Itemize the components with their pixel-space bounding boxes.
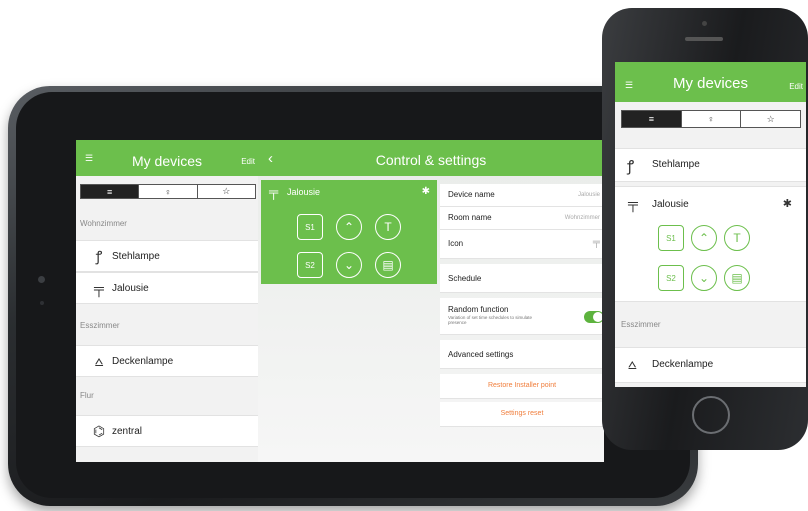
blind-position-button[interactable]: ▤ xyxy=(375,252,401,278)
control-header: ‹ Control & settings xyxy=(258,140,604,176)
icon-label: Icon xyxy=(448,239,464,248)
favorites-tab[interactable]: ☆ xyxy=(740,111,800,127)
stop-button[interactable]: T xyxy=(724,225,750,251)
device-row-zentral[interactable]: ⌬ zentral xyxy=(76,415,258,447)
gear-icon[interactable]: ✱ xyxy=(422,186,430,197)
jalousie-control-card: ╤ Jalousie ✱ S1 ⌃ T S2 ⌄ ▤ xyxy=(261,180,437,284)
device-row-deckenlampe[interactable]: ⩟ Deckenlampe xyxy=(76,345,258,377)
down-button[interactable]: ⌄ xyxy=(336,252,362,278)
device-label: Deckenlampe xyxy=(652,359,714,370)
card-title: Jalousie xyxy=(287,187,321,197)
random-function-label: Random function xyxy=(448,305,509,314)
blind-icon: ╤ xyxy=(628,195,638,211)
control-title: Control & settings xyxy=(375,152,487,168)
blind-icon: ╤ xyxy=(592,237,600,248)
up-button[interactable]: ⌃ xyxy=(336,214,362,240)
lamp-icon: ꝭ xyxy=(95,247,103,264)
device-label: Jalousie xyxy=(652,199,689,210)
bulb-view-tab[interactable]: ♀ xyxy=(680,111,741,127)
phone-screen: ☰ My devices Edit ≡ ♀ ☆ ꝭ Stehlampe ╤ Ja… xyxy=(615,62,806,387)
blind-icon: ╤ xyxy=(94,280,104,296)
schedule-row[interactable]: Schedule xyxy=(440,264,604,293)
view-segmented-control: ≡ ♀ ☆ xyxy=(621,110,801,128)
section-label-esszimmer: Esszimmer xyxy=(80,321,120,330)
advanced-settings-label: Advanced settings xyxy=(448,350,514,359)
phone-header: ☰ My devices Edit xyxy=(615,62,806,102)
tablet-camera xyxy=(38,276,45,283)
icon-row[interactable]: Icon ╤ xyxy=(440,230,604,259)
section-label-wohnzimmer: Wohnzimmer xyxy=(80,219,127,228)
settings-reset-button[interactable]: Settings reset xyxy=(440,402,604,427)
device-row-jalousie: ╤ Jalousie ✱ S1 ⌃ T S2 ⌄ ▤ xyxy=(615,186,806,302)
stop-button[interactable]: T xyxy=(375,214,401,240)
schedule-label: Schedule xyxy=(448,274,482,283)
blind-icon: ╤ xyxy=(269,184,279,199)
random-function-toggle[interactable] xyxy=(584,311,604,323)
view-segmented-control: ≡ ♀ ☆ xyxy=(80,184,256,199)
device-row-stehlampe[interactable]: ꝭ Stehlampe xyxy=(615,148,806,182)
down-button[interactable]: ⌄ xyxy=(691,265,717,291)
central-icon: ⌬ xyxy=(92,422,106,439)
device-label: zentral xyxy=(112,425,143,437)
lamp-icon: ꝭ xyxy=(627,158,635,175)
settings-list: Device name Jalousie Room name Wohnzimme… xyxy=(440,176,604,462)
list-view-tab[interactable]: ≡ xyxy=(81,185,139,198)
section-label-esszimmer: Esszimmer xyxy=(621,320,661,329)
device-label: Stehlampe xyxy=(652,159,700,170)
restore-installer-point-button[interactable]: Restore Installer point xyxy=(440,374,604,399)
advanced-settings-row[interactable]: Advanced settings xyxy=(440,340,604,369)
tablet-sensor xyxy=(40,301,44,305)
bulb-view-tab[interactable]: ♀ xyxy=(138,185,196,198)
list-view-tab[interactable]: ≡ xyxy=(622,111,681,127)
s1-button[interactable]: S1 xyxy=(297,214,323,240)
device-row-jalousie[interactable]: ╤ Jalousie xyxy=(76,272,258,304)
ceiling-lamp-icon: ⩟ xyxy=(628,356,637,372)
edit-button[interactable]: Edit xyxy=(789,82,803,91)
s2-button[interactable]: S2 xyxy=(297,252,323,278)
device-row-stehlampe[interactable]: ꝭ Stehlampe xyxy=(76,240,258,272)
devices-pane: ☰ My devices Edit ≡ ♀ ☆ Wohnzimmer ꝭ Ste… xyxy=(76,140,259,462)
device-label: Deckenlampe xyxy=(112,355,174,367)
gear-icon[interactable]: ✱ xyxy=(783,197,792,210)
device-name-value: Jalousie xyxy=(577,192,600,198)
tablet-screen: ☰ My devices Edit ≡ ♀ ☆ Wohnzimmer ꝭ Ste… xyxy=(76,140,604,462)
favorites-tab[interactable]: ☆ xyxy=(196,185,255,198)
s1-button[interactable]: S1 xyxy=(658,225,684,251)
room-name-label: Room name xyxy=(448,213,492,222)
devices-header: ☰ My devices Edit xyxy=(76,140,258,176)
blind-position-button[interactable]: ▤ xyxy=(724,265,750,291)
edit-button[interactable]: Edit xyxy=(241,157,255,166)
ceiling-lamp-icon: ⩟ xyxy=(94,352,104,369)
device-row-deckenlampe[interactable]: ⩟ Deckenlampe xyxy=(615,347,806,383)
phone-speaker xyxy=(685,37,723,41)
device-name-label: Device name xyxy=(448,190,495,199)
s2-button[interactable]: S2 xyxy=(658,265,684,291)
device-label: Jalousie xyxy=(112,282,149,294)
page-title: My devices xyxy=(131,153,203,169)
device-name-row[interactable]: Device name Jalousie xyxy=(440,184,604,207)
home-button[interactable] xyxy=(692,396,730,434)
section-label-flur: Flur xyxy=(80,391,94,400)
up-button[interactable]: ⌃ xyxy=(691,225,717,251)
room-name-row[interactable]: Room name Wohnzimmer xyxy=(440,207,604,230)
room-name-value: Wohnzimmer xyxy=(564,215,600,221)
random-function-row: Random function Variation of set time sc… xyxy=(440,298,604,335)
device-label: Stehlampe xyxy=(112,250,160,262)
random-function-description: Variation of set time schedules to simul… xyxy=(448,315,532,325)
page-title: My devices xyxy=(672,75,749,92)
phone-camera xyxy=(702,21,707,26)
